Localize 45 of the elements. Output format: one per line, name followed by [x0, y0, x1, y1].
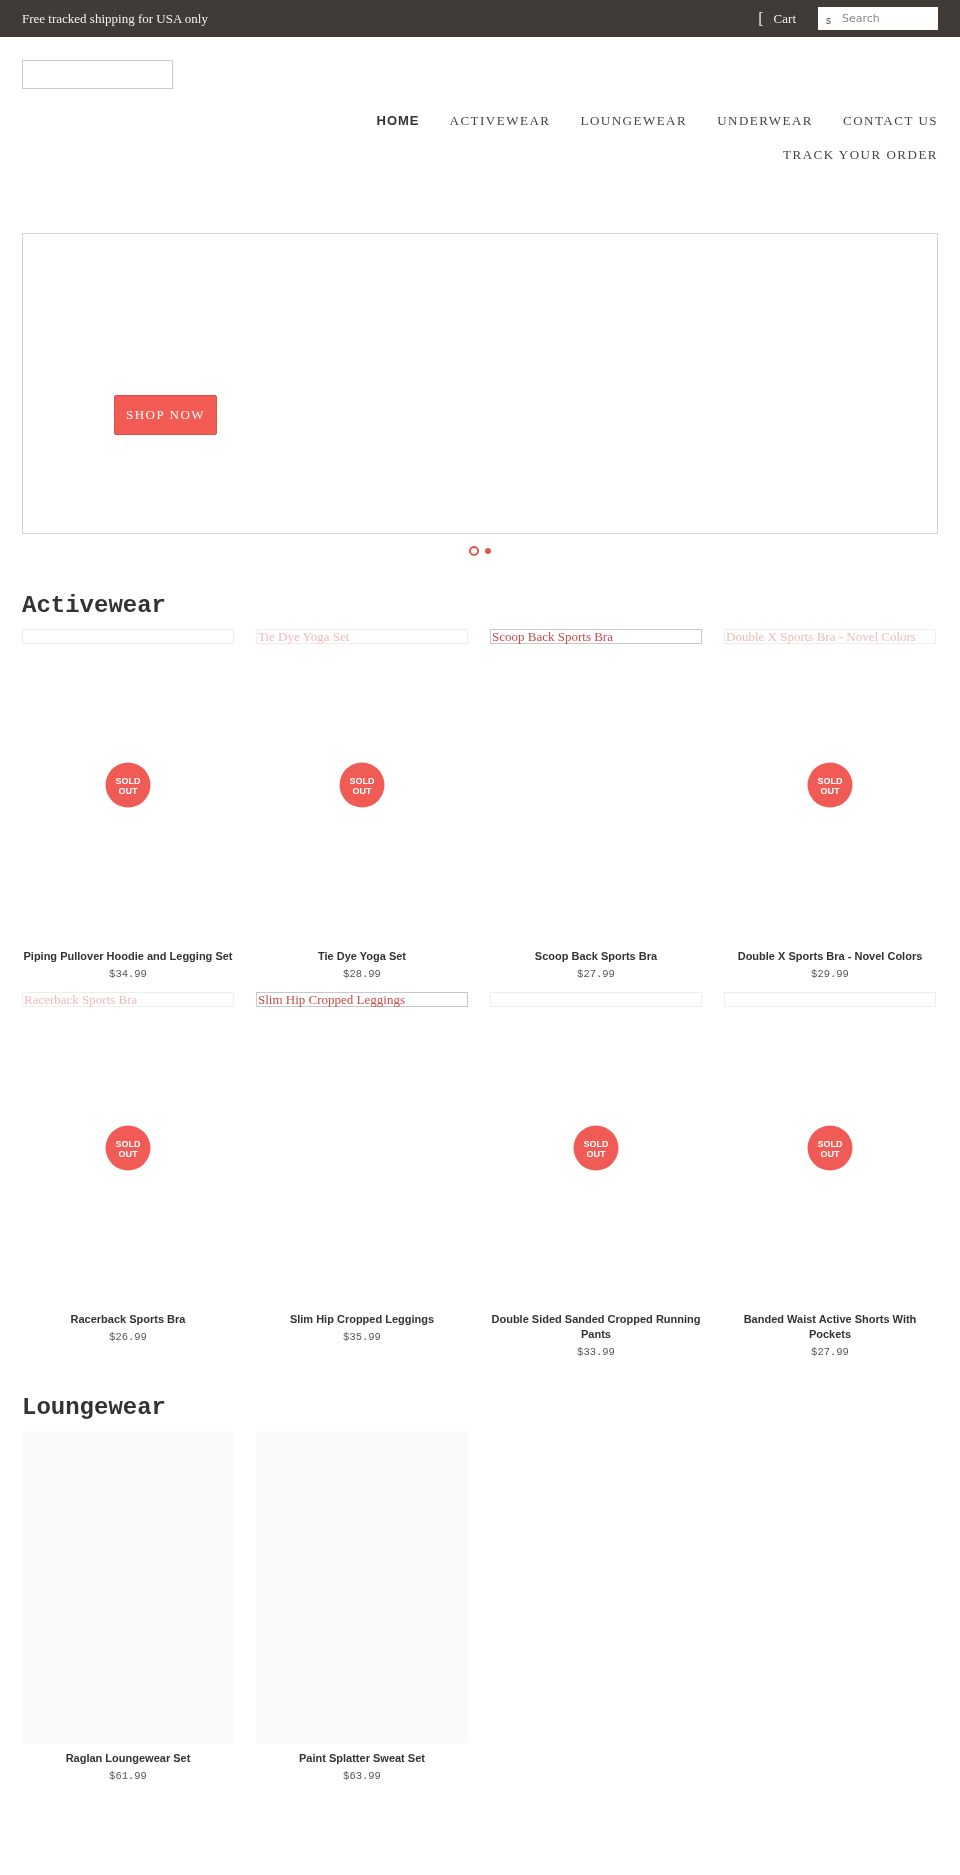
- cart-link[interactable]: [ Cart: [758, 9, 796, 28]
- product-name[interactable]: Piping Pullover Hoodie and Legging Set: [22, 949, 234, 964]
- product-price: $29.99: [810, 968, 850, 980]
- product-name[interactable]: Scoop Back Sports Bra: [490, 949, 702, 964]
- product-price: $26.99: [108, 1331, 148, 1343]
- product-price: $61.99: [108, 1770, 148, 1782]
- product-price: $27.99: [576, 968, 616, 980]
- product-name[interactable]: Banded Waist Active Shorts With Pockets: [724, 1312, 936, 1342]
- product-name[interactable]: Raglan Loungewear Set: [22, 1751, 234, 1766]
- sold-out-badge: SOLD OUT: [807, 1125, 853, 1171]
- nav-link[interactable]: LOUNGEWEAR: [580, 109, 688, 133]
- slide-dot[interactable]: [469, 546, 479, 556]
- nav-link[interactable]: CONTACT US: [843, 109, 938, 133]
- sold-out-badge: SOLD OUT: [339, 762, 385, 808]
- product-name[interactable]: Double Sided Sanded Cropped Running Pants: [490, 1312, 702, 1342]
- product-price: $28.99: [342, 968, 382, 980]
- sold-out-badge: SOLD OUT: [105, 762, 151, 808]
- search-icon: s: [826, 15, 831, 27]
- product-price: $35.99: [342, 1331, 382, 1343]
- product-name[interactable]: Double X Sports Bra - Novel Colors: [724, 949, 936, 964]
- product-name[interactable]: Racerback Sports Bra: [22, 1312, 234, 1327]
- nav-link[interactable]: ACTIVEWEAR: [449, 109, 551, 133]
- sold-out-badge: SOLD OUT: [807, 762, 853, 808]
- logo-placeholder[interactable]: [22, 60, 173, 89]
- image-alt-text: Racerback Sports Bra: [22, 992, 234, 1007]
- image-alt-text: Double X Sports Bra - Novel Colors: [724, 629, 936, 644]
- nav-link[interactable]: TRACK YOUR ORDER: [783, 143, 938, 167]
- nav-link[interactable]: UNDERWEAR: [717, 109, 813, 133]
- section-heading: Loungewear: [22, 1394, 168, 1421]
- nav-link[interactable]: HOME: [376, 109, 420, 133]
- product-name[interactable]: Paint Splatter Sweat Set: [256, 1751, 468, 1766]
- image-alt-text: Tie Dye Yoga Set: [256, 629, 468, 644]
- image-alt-text: Slim Hip Cropped Leggings: [256, 992, 468, 1007]
- sold-out-badge: SOLD OUT: [105, 1125, 151, 1171]
- product-price: $63.99: [342, 1770, 382, 1782]
- sold-out-badge: SOLD OUT: [573, 1125, 619, 1171]
- product-name[interactable]: Tie Dye Yoga Set: [256, 949, 468, 964]
- product-name[interactable]: Slim Hip Cropped Leggings: [256, 1312, 468, 1327]
- announcement-text: Free tracked shipping for USA only: [22, 10, 209, 27]
- slide-dot[interactable]: [485, 548, 491, 554]
- image-alt-text: Scoop Back Sports Bra: [490, 629, 702, 644]
- product-price: $27.99: [810, 1346, 850, 1358]
- product-price: $34.99: [108, 968, 148, 980]
- product-price: $33.99: [576, 1346, 616, 1358]
- section-heading: Activewear: [22, 592, 168, 619]
